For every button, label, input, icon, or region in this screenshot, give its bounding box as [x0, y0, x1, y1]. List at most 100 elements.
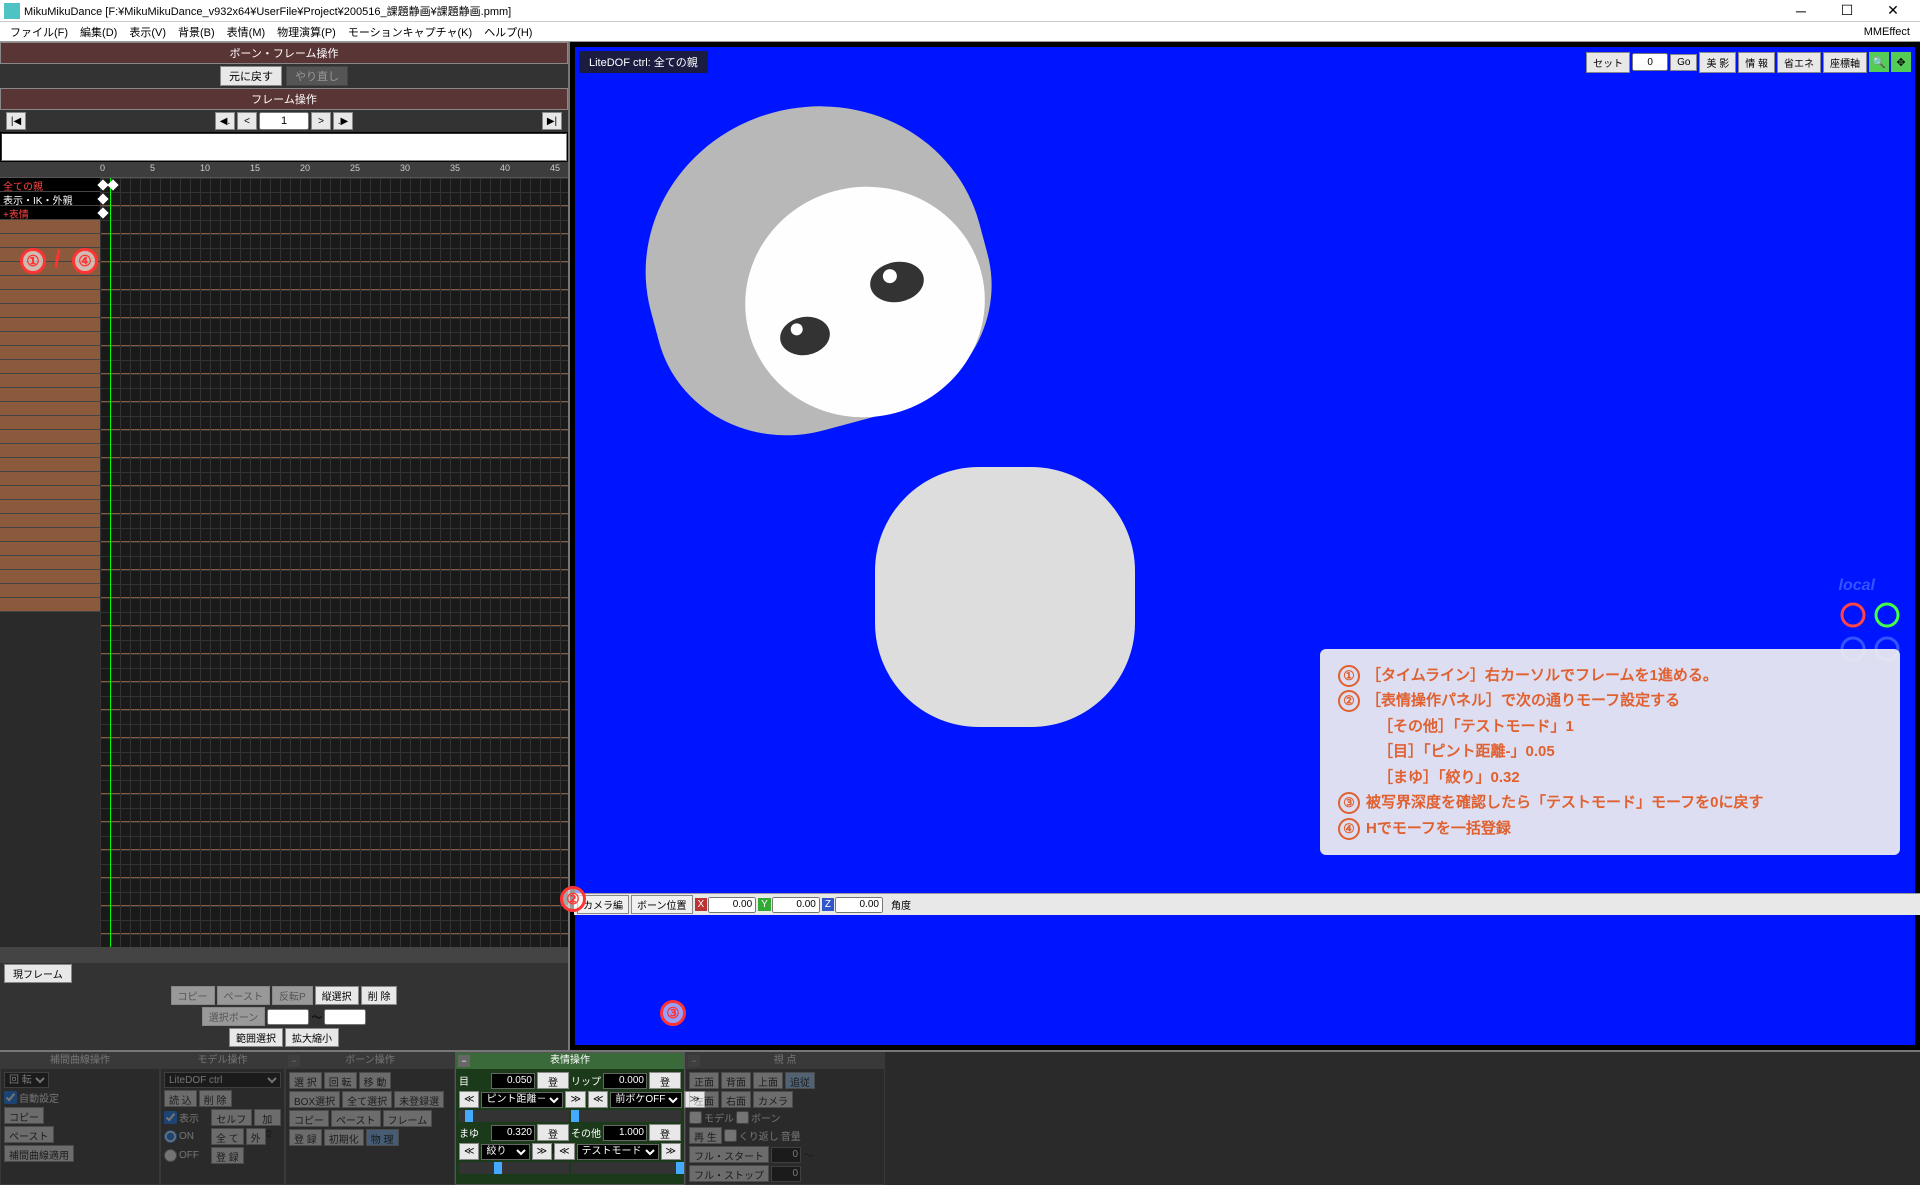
frame-first-button[interactable]: |◀ [6, 112, 26, 130]
bone-panel: − ボーン操作 選 択回 転移 動 BOX選択全て選択未登録選 コピーペーストフ… [285, 1052, 455, 1185]
curve-panel: 補間曲線操作 回 転 自動設定 コピー ペースト 補間曲線適用 [0, 1052, 160, 1185]
delete-button[interactable]: 削 除 [361, 986, 398, 1005]
gizmo-mode-label: local [1839, 577, 1875, 595]
selbone-button[interactable]: 選択ボーン [202, 1007, 266, 1026]
y-input[interactable] [772, 897, 820, 913]
rangesel-button[interactable]: 範囲選択 [229, 1028, 283, 1047]
panel-collapse-icon[interactable]: − [458, 1055, 470, 1067]
paste-button[interactable]: ペースト [217, 986, 271, 1005]
titlebar: MikuMikuDance [F:¥MikuMikuDance_v932x64¥… [0, 0, 1920, 22]
vsel-button[interactable]: 縦選択 [315, 986, 359, 1005]
frame-next-button[interactable]: > [311, 112, 331, 130]
frame-prev2-button[interactable]: ◀. [215, 112, 235, 130]
edit-buttons: コピー ペースト 反転P 縦選択 削 除 選択ボーン ～ 範囲選択 拡大縮小 [0, 983, 568, 1050]
panel-collapse-icon[interactable]: − [288, 1055, 300, 1067]
track-expression[interactable]: +表情 [0, 206, 100, 220]
timeline-grid[interactable] [100, 178, 568, 947]
brow-reg-button[interactable]: 登 録 [537, 1124, 569, 1141]
menu-background[interactable]: 背景(B) [172, 24, 221, 40]
move-icon[interactable]: ✥ [1891, 52, 1911, 72]
eye-reg-button[interactable]: 登 録 [537, 1072, 569, 1089]
lip-slider[interactable] [571, 1110, 681, 1122]
copy-button[interactable]: コピー [171, 986, 215, 1005]
eye-label: 目 [459, 1073, 489, 1088]
keyframe-icon[interactable] [107, 179, 118, 190]
shadow-button[interactable]: 美 影 [1699, 52, 1736, 73]
set-value-input[interactable] [1632, 53, 1668, 71]
face-panel-header: 表情操作 [456, 1053, 684, 1069]
brow-slider[interactable] [459, 1162, 569, 1174]
bottom-panels: 補間曲線操作 回 転 自動設定 コピー ペースト 補間曲線適用 モデル操作 Li… [0, 1050, 1920, 1185]
zoom-icon[interactable]: 🔍 [1869, 52, 1889, 72]
brow-value-input[interactable] [491, 1125, 535, 1141]
frame-input[interactable] [259, 112, 309, 130]
other-morph-select[interactable]: テストモード [577, 1144, 659, 1160]
z-input[interactable] [835, 897, 883, 913]
view-panel-header: 視 点 [686, 1053, 884, 1069]
lip-morph-select[interactable]: 前ボケOFF [610, 1092, 682, 1108]
range-end-input[interactable] [324, 1009, 366, 1025]
brow-morph-select[interactable]: 絞り [481, 1144, 529, 1160]
range-start-input[interactable] [267, 1009, 309, 1025]
eco-button[interactable]: 省エネ [1777, 52, 1821, 73]
lip-reg-button[interactable]: 登 録 [649, 1072, 681, 1089]
bone-pos-button[interactable]: ボーン位置 [631, 895, 693, 914]
model-load-button[interactable]: 読 込 [164, 1090, 197, 1107]
zoom-button[interactable]: 拡大縮小 [285, 1028, 339, 1047]
keyframe-icon[interactable] [97, 193, 108, 204]
go-button[interactable]: Go [1670, 54, 1697, 71]
model-reg-button[interactable]: 登 録 [211, 1147, 244, 1164]
eye-value-input[interactable] [491, 1073, 535, 1089]
maximize-button[interactable]: ☐ [1824, 0, 1870, 22]
angle-label: 角度 [891, 897, 911, 912]
current-frame-button[interactable]: 現フレーム [4, 964, 72, 983]
menu-display[interactable]: 表示(V) [123, 24, 172, 40]
minimize-button[interactable]: ─ [1778, 0, 1824, 22]
track-disp-ik[interactable]: 表示・IK・外親 [0, 192, 100, 206]
curve-copy-button[interactable]: コピー [4, 1107, 44, 1124]
frame-header: フレーム操作 [0, 88, 568, 110]
info-button[interactable]: 情 報 [1738, 52, 1775, 73]
other-slider[interactable] [571, 1162, 681, 1174]
menu-edit[interactable]: 編集(D) [74, 24, 123, 40]
other-value-input[interactable] [603, 1125, 647, 1141]
boneframe-header: ボーン・フレーム操作 [0, 42, 568, 64]
lip-value-input[interactable] [603, 1073, 647, 1089]
keyframe-icon[interactable] [97, 207, 108, 218]
axis-button[interactable]: 座標軸 [1823, 52, 1867, 73]
menu-mocap[interactable]: モーションキャプチャ(K) [342, 24, 478, 40]
menubar: ファイル(F) 編集(D) 表示(V) 背景(B) 表情(M) 物理演算(P) … [0, 22, 1920, 42]
menu-mmeffect[interactable]: MMEffect [1858, 26, 1916, 38]
frame-next2-button[interactable]: .▶ [333, 112, 353, 130]
name-input-strip[interactable] [1, 133, 567, 161]
auto-checkbox[interactable] [4, 1091, 17, 1104]
frame-prev-button[interactable]: < [237, 112, 257, 130]
eye-slider[interactable] [459, 1110, 569, 1122]
x-input[interactable] [708, 897, 756, 913]
z-label: Z [822, 898, 834, 911]
mirror-button[interactable]: 反転P [272, 986, 313, 1005]
track-allparent[interactable]: 全ての親 [0, 178, 100, 192]
redo-button[interactable]: やり直し [286, 66, 348, 86]
curve-select[interactable]: 回 転 [4, 1072, 49, 1088]
menu-expression[interactable]: 表情(M) [221, 24, 272, 40]
menu-file[interactable]: ファイル(F) [4, 24, 74, 40]
set-button[interactable]: セット [1586, 52, 1630, 73]
curve-apply-button[interactable]: 補間曲線適用 [4, 1145, 74, 1162]
other-reg-button[interactable]: 登 録 [649, 1124, 681, 1141]
character-render [595, 46, 1545, 727]
model-del-button[interactable]: 削 除 [199, 1090, 232, 1107]
curve-paste-button[interactable]: ペースト [4, 1126, 54, 1143]
undo-button[interactable]: 元に戻す [220, 66, 282, 86]
menu-physics[interactable]: 物理演算(P) [271, 24, 342, 40]
app-icon [4, 3, 20, 19]
eye-morph-select[interactable]: ピント距離－ [481, 1092, 563, 1108]
panel-collapse-icon[interactable]: − [688, 1055, 700, 1067]
frame-last-button[interactable]: ▶| [542, 112, 562, 130]
annotation-1-icon: ① [20, 248, 46, 274]
close-button[interactable]: ✕ [1870, 0, 1916, 22]
timeline-scrollbar[interactable] [0, 947, 568, 963]
menu-help[interactable]: ヘルプ(H) [478, 24, 538, 40]
other-label: その他 [571, 1125, 601, 1140]
model-select[interactable]: LiteDOF ctrl [164, 1072, 281, 1088]
